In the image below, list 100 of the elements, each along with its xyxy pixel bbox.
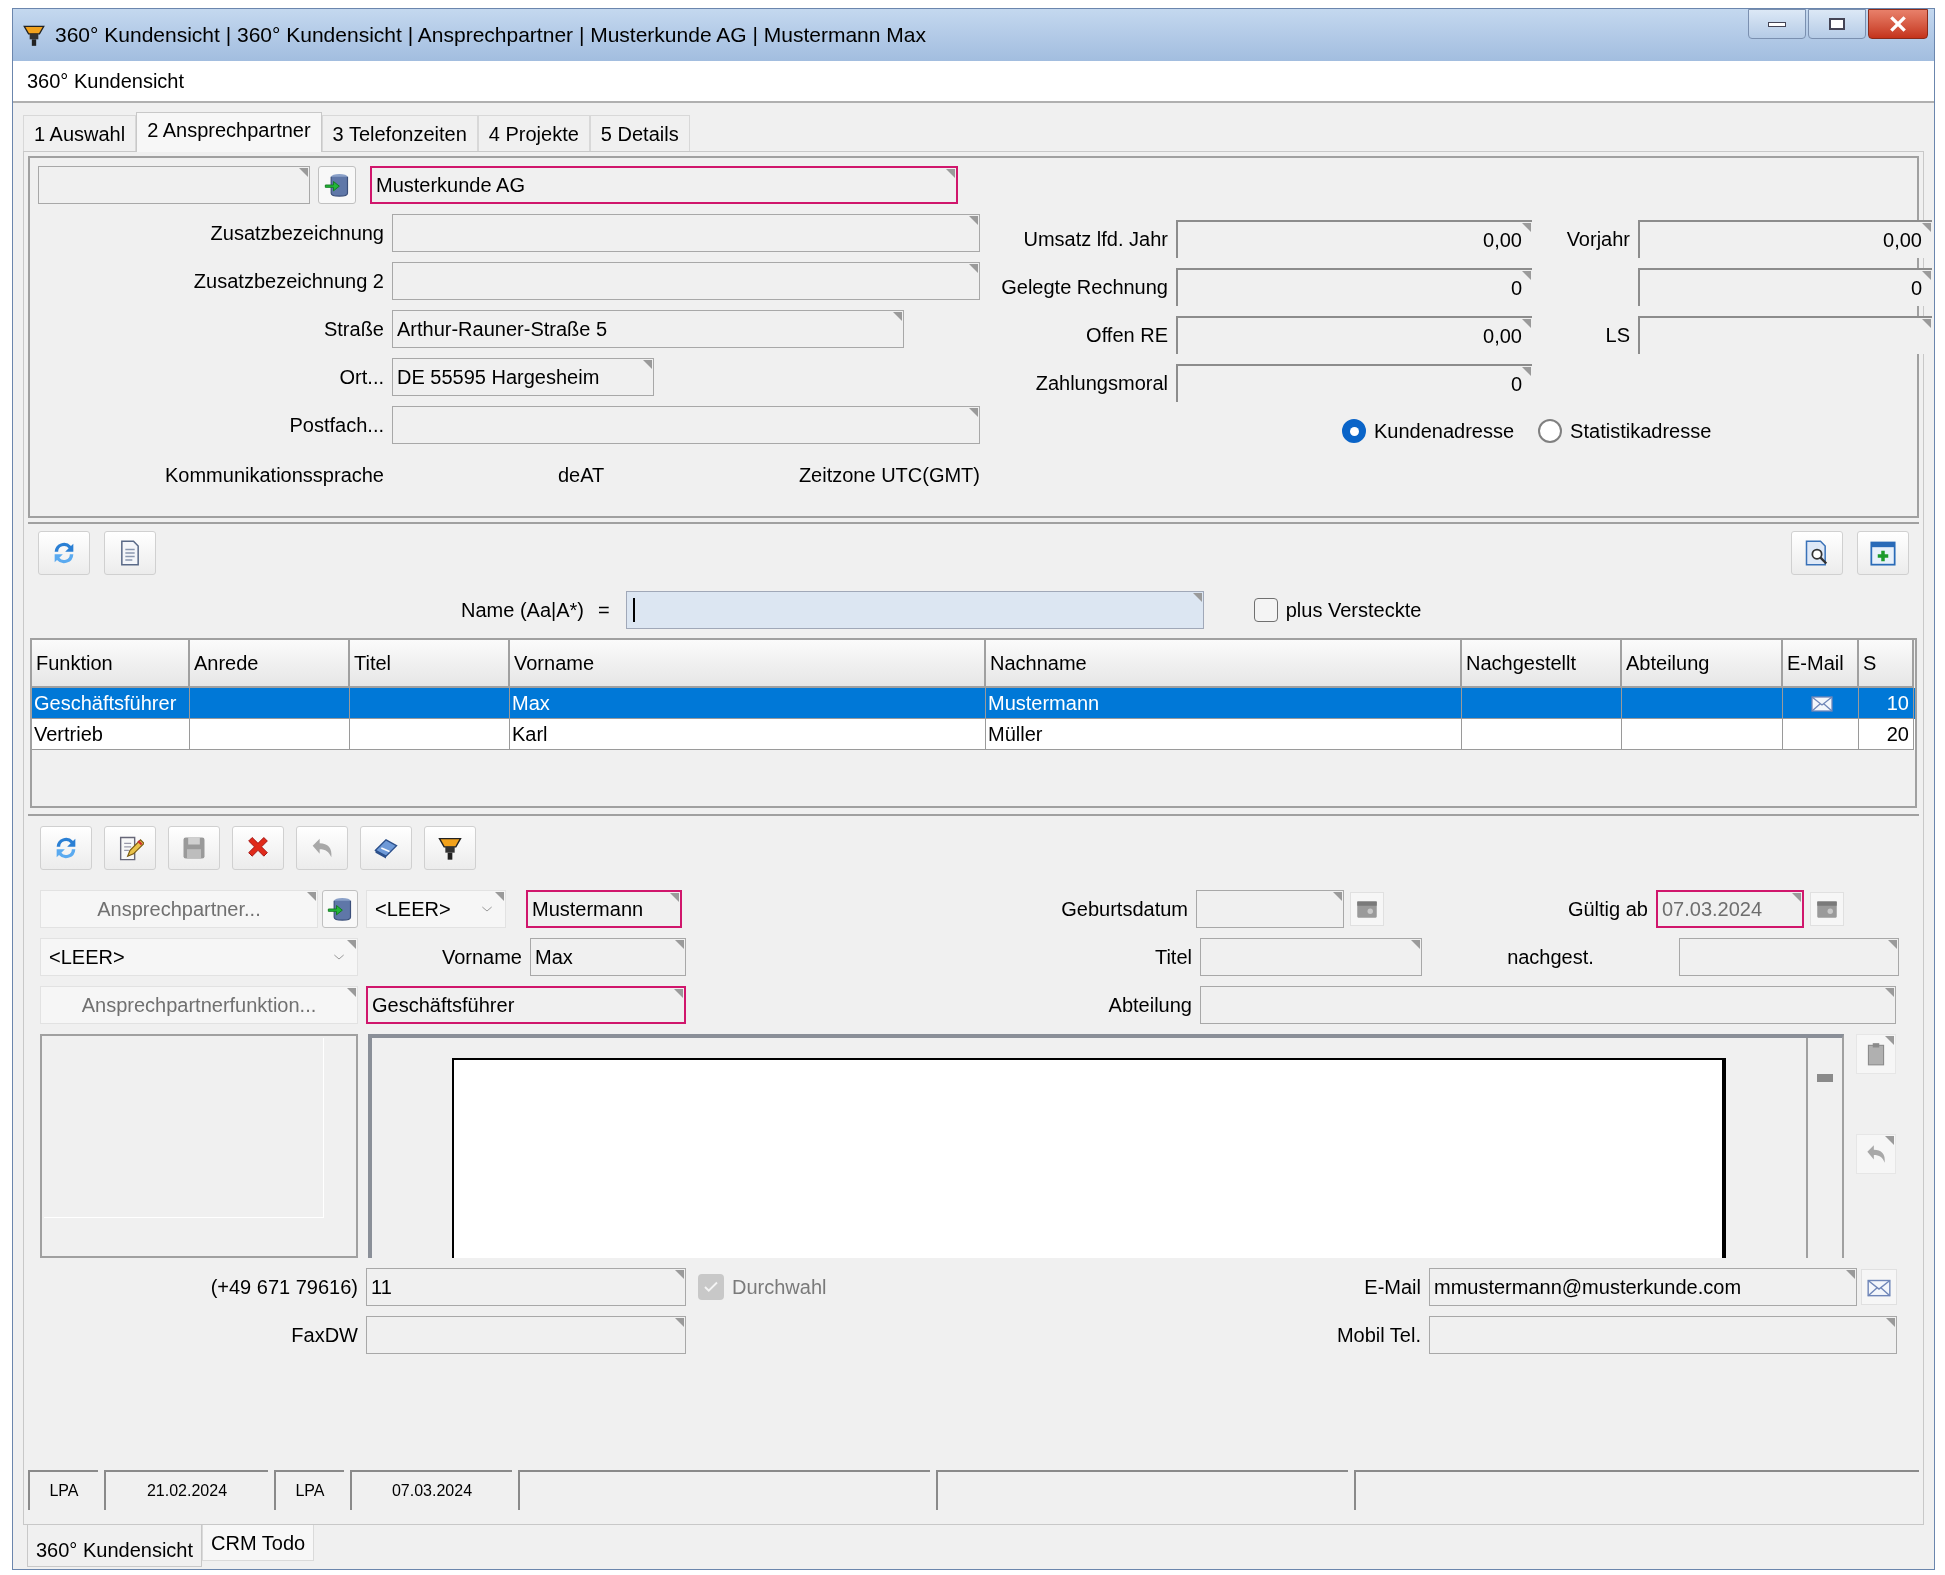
close-icon — [1888, 14, 1908, 34]
lookup-button[interactable] — [322, 890, 358, 928]
field-label: Kommunikationssprache — [164, 463, 385, 488]
radio-option[interactable]: Kundenadresse — [1342, 416, 1515, 446]
input-field[interactable]: 11 — [366, 1268, 686, 1306]
checkbox-option[interactable]: plus Versteckte — [1253, 595, 1422, 625]
field-label: Zusatzbezeichnung 2 — [192, 269, 385, 294]
column-header: Nachname — [986, 640, 1462, 688]
status-panel: 21.02.2024 — [104, 1470, 268, 1510]
field-label: Gültig ab — [1566, 897, 1649, 922]
input-field[interactable]: mmustermann@musterkunde.com — [1429, 1268, 1857, 1306]
input-field[interactable] — [366, 1316, 686, 1354]
input-field[interactable]: Max — [530, 938, 686, 976]
radio-option[interactable]: Statistikadresse — [1538, 416, 1712, 446]
dropdown-field[interactable] — [38, 166, 310, 204]
view-title: 360° Kundensicht — [27, 69, 184, 94]
column-header: S — [1859, 640, 1914, 688]
checkbox[interactable] — [1253, 598, 1278, 622]
tab[interactable]: 3 Telefonzeiten — [321, 115, 478, 151]
input-field[interactable]: Geschäftsführer — [366, 986, 686, 1024]
database-arrow-icon — [323, 171, 351, 199]
input-field[interactable]: Musterkunde AG — [370, 166, 958, 204]
column-header: Abteilung — [1622, 640, 1783, 688]
calendar-button[interactable] — [1350, 892, 1384, 926]
field-label: Zusatzbezeichnung — [209, 221, 385, 246]
input-field[interactable]: 0 — [1176, 268, 1532, 306]
calendar-button[interactable] — [1810, 892, 1844, 926]
field-label: (+49 671 79616) — [209, 1275, 359, 1300]
input-field[interactable] — [1200, 986, 1896, 1024]
maximize-button[interactable] — [1808, 9, 1866, 39]
tab[interactable]: 2 Ansprechpartner — [136, 112, 322, 152]
field-label: Abteilung — [1107, 993, 1193, 1018]
table-cell: Müller — [986, 719, 1462, 750]
column-header: Titel — [350, 640, 510, 688]
edit-button[interactable] — [104, 826, 156, 870]
lamp-button[interactable] — [424, 826, 476, 870]
tab[interactable]: 360° Kundensicht — [27, 1525, 202, 1567]
tab[interactable]: 5 Details — [589, 115, 690, 151]
undo-button[interactable] — [296, 826, 348, 870]
input-field[interactable] — [1679, 938, 1899, 976]
input-field[interactable] — [1429, 1316, 1897, 1354]
input-field[interactable]: 0 — [1638, 268, 1932, 306]
radio-button[interactable] — [1342, 419, 1366, 443]
search-button[interactable] — [1791, 531, 1843, 575]
field-label: Geburtsdatum — [1060, 897, 1189, 922]
refresh-button[interactable] — [40, 826, 92, 870]
field-label: LS — [1604, 323, 1631, 348]
input-field[interactable]: 0 — [1176, 364, 1532, 402]
input-field[interactable] — [392, 262, 980, 300]
radio-button[interactable] — [1538, 419, 1563, 443]
delete-button[interactable] — [232, 826, 284, 870]
picker-button[interactable]: Ansprechpartnerfunktion... — [40, 986, 358, 1024]
input-field[interactable]: 0,00 — [1176, 220, 1532, 258]
field-label: Postfach... — [288, 413, 385, 438]
tab[interactable]: CRM Todo — [202, 1525, 315, 1561]
lookup-button[interactable] — [318, 166, 356, 204]
status-panel: LPA — [28, 1470, 98, 1510]
email-button[interactable] — [1861, 1269, 1897, 1305]
column-header: Vorname — [510, 640, 986, 688]
column-header: Funktion — [32, 640, 190, 688]
document-button[interactable] — [104, 531, 156, 575]
input-field[interactable] — [1200, 938, 1422, 976]
field-label: E-Mail — [1363, 1275, 1422, 1300]
input-field[interactable] — [392, 406, 980, 444]
table-row[interactable]: Geschäftsführer Max Mustermann 10 — [32, 688, 1915, 719]
minimize-button[interactable] — [1748, 9, 1806, 39]
close-button[interactable] — [1868, 9, 1928, 39]
undo-button[interactable] — [1856, 1134, 1896, 1174]
table-cell: 20 — [1859, 719, 1914, 750]
input-field[interactable]: 0,00 — [1176, 316, 1532, 354]
eraser-button[interactable] — [360, 826, 412, 870]
language-value: deAT — [558, 463, 606, 488]
input-field[interactable]: DE 55595 Hargesheim — [392, 358, 654, 396]
dropdown[interactable]: <LEER> — [40, 938, 358, 976]
column-header: E-Mail — [1783, 640, 1859, 688]
save-button[interactable] — [168, 826, 220, 870]
search-field[interactable] — [625, 591, 1204, 629]
add-icon — [1869, 539, 1897, 567]
input-field[interactable]: 0,00 — [1638, 220, 1932, 258]
tab[interactable]: 1 Auswahl — [23, 115, 137, 151]
column-header: Nachgestellt — [1462, 640, 1622, 688]
input-field[interactable] — [1196, 890, 1344, 928]
add-button[interactable] — [1857, 531, 1909, 575]
field-label: Ort... — [338, 365, 385, 390]
refresh-button[interactable] — [38, 531, 90, 575]
field-label: FaxDW — [290, 1323, 359, 1348]
input-field[interactable] — [1638, 316, 1932, 354]
table-row[interactable]: Vertrieb Karl Müller 20 — [32, 719, 1915, 750]
input-field[interactable] — [392, 214, 980, 252]
paste-button[interactable] — [1856, 1034, 1896, 1074]
picker-button[interactable]: Ansprechpartner... — [40, 890, 318, 928]
dropdown[interactable]: <LEER> — [366, 890, 506, 928]
timezone-text: Zeitzone UTC(GMT) — [798, 463, 980, 488]
input-field[interactable]: Mustermann — [526, 890, 682, 928]
table-cell: Vertrieb — [32, 719, 190, 750]
tab[interactable]: 4 Projekte — [477, 115, 590, 151]
field-label: nachgest. — [1506, 945, 1595, 970]
field-label: Straße — [322, 317, 385, 342]
field-label: Umsatz lfd. Jahr — [1022, 227, 1169, 252]
input-field[interactable]: Arthur-Rauner-Straße 5 — [392, 310, 904, 348]
